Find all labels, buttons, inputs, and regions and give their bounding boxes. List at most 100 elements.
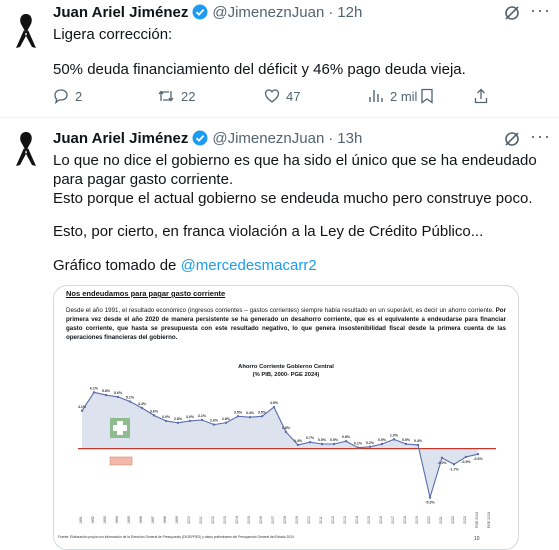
data-label: 5.1% <box>126 396 135 400</box>
x-tick-label: PGE 2024 <box>475 512 479 528</box>
reply-icon <box>54 89 68 104</box>
data-point <box>176 421 180 424</box>
x-tick-label: 2019 <box>415 516 419 524</box>
data-label: 0.5% <box>402 438 411 442</box>
more-options-icon[interactable]: ··· <box>530 126 551 147</box>
data-point <box>212 423 216 426</box>
data-point <box>380 442 384 446</box>
data-label: 0.4% <box>294 439 303 443</box>
data-label: 0.1% <box>354 442 363 446</box>
data-point <box>332 442 336 446</box>
attached-image[interactable]: Nos endeudamos para pagar gasto corrient… <box>53 285 519 550</box>
data-label: 0.5% <box>378 438 387 442</box>
x-tick-label: 1993 <box>103 516 107 524</box>
data-point <box>440 456 444 460</box>
x-tick-label: 2014 <box>355 516 359 524</box>
x-tick-label: 2000 <box>187 516 191 524</box>
x-tick-label: 2002 <box>211 516 215 524</box>
data-label: 6.1% <box>90 386 99 390</box>
tweet-text-line: Esto porque el actual gobierno se endeud… <box>53 190 533 207</box>
x-tick-label: 2015 <box>367 516 371 524</box>
data-point <box>104 393 108 397</box>
data-point <box>128 400 132 403</box>
tweet-time[interactable]: 12h <box>337 4 362 21</box>
x-tick-label: 1991 <box>79 516 83 524</box>
data-label: 0.4% <box>414 439 423 443</box>
data-label: 3.6% <box>150 409 159 413</box>
data-label: 2.8% <box>174 417 183 421</box>
views-button[interactable]: 2 mil <box>368 88 417 104</box>
data-label: 1.0% <box>390 433 399 437</box>
x-tick-label: 2022 <box>451 516 455 524</box>
data-label: 3.0% <box>186 415 195 419</box>
mention-link[interactable]: @mercedesmacarr2 <box>181 257 317 274</box>
x-tick-label: 2005 <box>247 516 251 524</box>
repost-icon <box>158 90 174 102</box>
data-label: 3.0% <box>162 415 171 419</box>
data-point <box>188 419 192 423</box>
image-title: Nos endeudamos para pagar gasto corrient… <box>66 289 226 298</box>
verified-badge-icon <box>192 4 208 20</box>
data-point <box>392 438 396 441</box>
x-tick-label: 1996 <box>139 516 143 524</box>
author-name[interactable]: Juan Ariel Jiménez <box>53 4 188 21</box>
data-label: -1.7% <box>449 467 459 471</box>
data-label: 4.1% <box>78 405 87 409</box>
data-label: 0.7% <box>306 436 315 440</box>
bookmark-button[interactable] <box>420 88 440 104</box>
reply-button[interactable]: 2 <box>53 88 82 104</box>
data-point <box>452 463 456 466</box>
author-handle[interactable]: @JimeneznJuan <box>212 130 324 147</box>
black-ribbon-avatar[interactable] <box>12 128 40 168</box>
minus-box <box>109 456 133 466</box>
data-point <box>116 395 120 399</box>
image-paragraph: Desde el año 1991, el resultado económic… <box>66 306 506 342</box>
x-tick-label: 2023 <box>463 516 467 524</box>
bookmark-icon <box>421 88 433 104</box>
data-point <box>320 442 324 446</box>
tweet-1[interactable]: Juan Ariel Jiménez @JimeneznJuan · 12h ·… <box>0 0 559 118</box>
data-point <box>224 421 228 424</box>
like-button[interactable]: 47 <box>264 88 300 104</box>
author-handle[interactable]: @JimeneznJuan <box>212 4 324 21</box>
data-point <box>80 409 84 412</box>
x-tick-label: 1995 <box>127 516 131 524</box>
x-tick-label: 2009 <box>295 516 299 524</box>
share-icon <box>474 88 488 104</box>
data-label: 0.2% <box>366 441 375 445</box>
data-label: 4.5% <box>270 401 279 405</box>
tweet-text-line: Lo que no dice el gobierno es que ha sid… <box>53 152 537 169</box>
tweet-time[interactable]: 13h <box>337 130 362 147</box>
image-paragraph-plain: Desde el año 1991, el resultado económic… <box>66 307 496 314</box>
share-button[interactable] <box>474 88 494 104</box>
tweet-2[interactable]: Juan Ariel Jiménez @JimeneznJuan · 13h ·… <box>0 122 559 550</box>
data-point <box>272 405 276 409</box>
data-label: 4.4% <box>138 402 147 406</box>
data-point <box>152 414 156 417</box>
x-tick-label: 2012 <box>331 516 335 524</box>
x-tick-label: 2013 <box>343 516 347 524</box>
separator-dot: · <box>328 129 334 147</box>
grok-icon[interactable] <box>503 4 521 22</box>
repost-count: 22 <box>181 88 196 104</box>
data-point <box>284 430 288 434</box>
data-label: 2.6% <box>210 419 219 423</box>
x-tick-label: 2016 <box>379 516 383 524</box>
black-ribbon-avatar[interactable] <box>12 10 40 50</box>
page-number: 10 <box>474 536 480 542</box>
data-label: 3.5% <box>258 410 267 414</box>
x-tick-label: 2011 <box>319 516 323 523</box>
tweet-divider <box>0 117 559 118</box>
data-point <box>236 415 240 418</box>
repost-button[interactable]: 22 <box>157 88 195 104</box>
reply-count: 2 <box>75 88 83 104</box>
author-name[interactable]: Juan Ariel Jiménez <box>53 130 188 147</box>
savings-line-chart: 4.1%6.1%5.8% 5.6%5.1%4.4%3.6%3.0% 2.8% 3.0%… <box>78 386 496 528</box>
credit-text: Gráfico tomado de <box>53 257 177 274</box>
data-point <box>296 443 300 447</box>
data-point <box>308 440 312 444</box>
more-options-icon[interactable]: ··· <box>530 0 551 21</box>
separator-dot: · <box>328 3 334 21</box>
grok-icon[interactable] <box>503 130 521 148</box>
chart-title: Ahorro Corriente Gobierno Central <box>238 364 334 370</box>
